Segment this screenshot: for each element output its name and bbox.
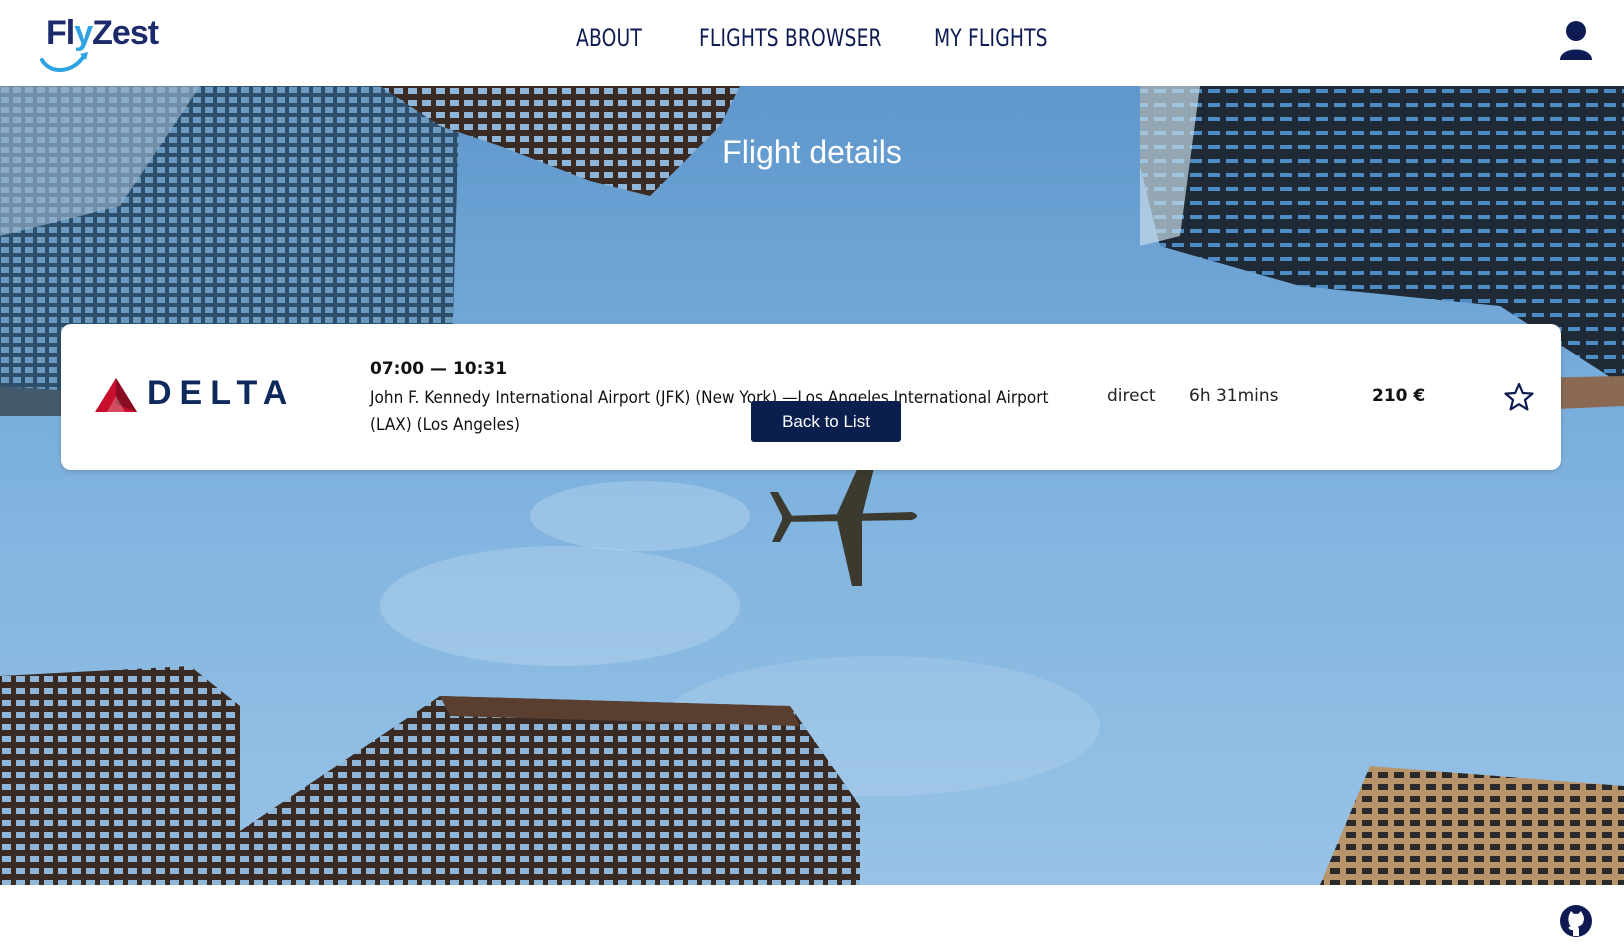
airline-name: DELTA [147, 374, 296, 412]
nav-about[interactable]: ABOUT [576, 24, 642, 52]
github-icon[interactable] [1558, 903, 1594, 939]
flight-times: 07:00 — 10:31 [370, 359, 508, 379]
hero-section: Flight details DELTA 07:00 — 10:31 John … [0, 86, 1624, 885]
nav-my-flights[interactable]: MY FLIGHTS [934, 24, 1048, 52]
main-nav: ABOUT FLIGHTS BROWSER MY FLIGHTS [0, 24, 1624, 64]
flight-card: DELTA 07:00 — 10:31 John F. Kennedy Inte… [61, 324, 1561, 470]
page-title: Flight details [722, 134, 902, 170]
airline-logo: DELTA [95, 374, 295, 414]
user-icon[interactable] [1558, 20, 1594, 60]
flight-duration: 6h 31mins [1189, 386, 1279, 406]
flight-price: 210 € [1372, 386, 1426, 406]
star-outline-icon[interactable] [1504, 382, 1534, 412]
page-footer [0, 885, 1624, 952]
city-sky-background [0, 86, 1624, 885]
flight-stops: direct [1107, 386, 1156, 406]
top-header: FlyZest ABOUT FLIGHTS BROWSER MY FLIGHTS [0, 0, 1624, 86]
flight-route: John F. Kennedy International Airport (J… [370, 388, 1049, 435]
back-to-list-button[interactable]: Back to List [751, 401, 901, 442]
delta-widget-icon [95, 378, 137, 412]
nav-flights-browser[interactable]: FLIGHTS BROWSER [699, 24, 882, 52]
